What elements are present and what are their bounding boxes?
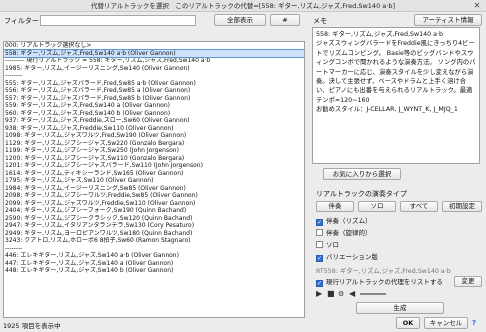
checkbox-variation[interactable]: ✓ バリエーション版 (316, 252, 378, 262)
list-item[interactable]: 3243: クアトロ,リズム,ホローポ6 8拍子,Sw60 (Ramon Sta… (4, 237, 304, 245)
list-item[interactable]: 938: ギター,リズム,ジャズ,Freddie,Sw110 (Oliver G… (4, 125, 304, 133)
list-item[interactable]: 555: ギター,リズム,ジャズバラード,Fred,Sw85 a·b (Oliv… (4, 80, 304, 88)
list-item[interactable]: 2098: ギター,リズム,ジプシーワルツ,Freddie,Sw85 (Oliv… (4, 192, 304, 200)
list-item[interactable]: 446: エレキギター,リズム,ジャズ,Sw140 a·b (Oliver Ga… (4, 252, 304, 260)
list-item[interactable]: -------- (4, 245, 304, 253)
filter-input[interactable] (40, 15, 196, 26)
list-item[interactable]: 1098: ギター,リズム,ジャズワルツ,Fred,Sw190 (Oliver … (4, 132, 304, 140)
list-item[interactable]: 560: ギター,リズム,ジャズ,Fred,Sw140 b (Oliver Ga… (4, 110, 304, 118)
checkbox-icon[interactable] (316, 241, 323, 248)
window-title: 代替リアルトラックを選択 このリアルトラックの代替=[558: ギター,リズム,… (90, 2, 395, 10)
defaults-button[interactable]: 初期設定 (442, 201, 482, 212)
close-icon[interactable]: ✕ (471, 1, 483, 11)
memo-line: 558: ギター,リズム,ジャズ,Fred,Sw140 a·b (316, 31, 444, 38)
volume-slider[interactable] (360, 293, 386, 295)
list-item[interactable]: 1199: ギター,リズム,ジプシージャズ,Sw250 (John Jorgen… (4, 147, 304, 155)
list-item[interactable]: 2590: ギター,リズム,ジプシークラシック,Sw120 (Quinn Bac… (4, 215, 304, 223)
list-item[interactable]: 557: ギター,リズム,ジャズバラード,Fred,Sw85 b (Oliver… (4, 95, 304, 103)
accompaniment-button[interactable]: 伴奏 (316, 201, 354, 212)
list-item[interactable]: 1201: ギター,リズム,ジプシージャズバラード,Sw110 (John Jo… (4, 162, 304, 170)
memo-label: メモ (313, 17, 327, 25)
memo-line: お勧めスタイル：J-CELLAR, J_WYNT_K, J_MJQ_1 (316, 106, 458, 114)
checkbox-label: バリエーション版 (326, 253, 378, 261)
checkbox-label: 現行リアルトラックの代理をリストする (326, 278, 443, 286)
list-item[interactable]: 447: エレキギター,リズム,ジャズ,Sw140 a (Oliver Gann… (4, 260, 304, 268)
checkbox-icon[interactable] (316, 229, 323, 236)
list-item[interactable]: 559: ギター,リズム,ジャズ,Fred,Sw140 a (Oliver Ga… (4, 102, 304, 110)
ok-button[interactable]: OK (396, 317, 420, 329)
help-icon[interactable]: ? (472, 318, 476, 328)
checkbox-solo[interactable]: ソロ (316, 240, 339, 250)
change-button[interactable]: 変更 (454, 276, 482, 287)
generate-button[interactable]: 生成 (356, 302, 444, 314)
play-icon[interactable]: ▶ (316, 289, 322, 299)
window-titlebar: 代替リアルトラックを選択 このリアルトラックの代替=[558: ギター,リズム,… (0, 0, 486, 12)
volume-icon[interactable]: ◀ (349, 289, 355, 299)
list-item[interactable]: 1129: ギター,リズム,ジプシージャズ,Sw220 (Gonzalo Ber… (4, 140, 304, 148)
checkbox-accompaniment-rhythm[interactable]: ✓ 伴奏（リズム） (316, 216, 372, 226)
list-item[interactable]: 000: リアルトラック選択なし> (4, 42, 304, 50)
select-from-favorites-button[interactable]: お気に入りから選択 (323, 168, 401, 180)
list-item[interactable]: --------- 現行リアルトラック = 558: ギター,リズム,ジャズ,F… (4, 57, 304, 65)
artist-info-button[interactable]: アーティスト情報 (414, 14, 482, 26)
list-item[interactable]: 1614: ギター,リズム,ディキシーランド,Sw165 (Oliver Gan… (4, 170, 304, 178)
checkbox-accompaniment-melodic[interactable]: 伴奏（旋律的） (316, 228, 372, 238)
checkbox-icon[interactable]: ✓ (316, 219, 323, 226)
list-item[interactable]: 2404: ギター,リズム,ジプシーフォーク,Sw190 (Quinn Bach… (4, 207, 304, 215)
list-item[interactable]: 558: ギター,リズム,ジャズ,Fred,Sw140 a·b (Oliver … (4, 48, 304, 58)
checkbox-label: ソロ (326, 241, 339, 249)
filter-label: フィルター (4, 17, 39, 25)
list-item[interactable]: 556: ギター,リズム,ジャズバラード,Fred,Sw85 a (Oliver… (4, 87, 304, 95)
list-item[interactable]: 2947: ギター,リズム,イタリアンタランテラ,Sw130 (Cory Pes… (4, 222, 304, 230)
all-button[interactable]: すべて (400, 201, 438, 212)
list-item[interactable]: 937: ギター,リズム,ジャズ,Freddie,スロー,Sw60 (Olive… (4, 117, 304, 125)
cancel-button[interactable]: キャンセル (424, 317, 468, 329)
options-icon[interactable]: ⚙ (338, 289, 344, 299)
list-item[interactable]: 2949: ギター,リズム,ヨーロピアンワルツ,Sw180 (Quinn Bac… (4, 230, 304, 238)
list-item[interactable]: 1795: ギター,リズム,ジャズ,Sw110 (Oliver Gannon) (4, 177, 304, 185)
list-item[interactable]: 1200: ギター,リズム,ジプシージャズ,Sw110 (Gonzalo Ber… (4, 155, 304, 163)
list-item[interactable]: 1984: ギター,リズム,イージーリスニング,Sw85 (Oliver Gan… (4, 185, 304, 193)
checkbox-label: 伴奏（旋律的） (326, 229, 372, 237)
track-list[interactable]: 000: リアルトラック選択なし> 558: ギター,リズム,ジャズ,Fred,S… (3, 41, 305, 318)
checkbox-icon[interactable]: ✓ (316, 255, 323, 262)
hash-button[interactable]: # (270, 14, 300, 26)
memo-text: 558: ギター,リズム,ジャズ,Fred,Sw140 a·b ジャズスウィング… (312, 27, 480, 164)
memo-line: ジャズスウィングバラードをFreddie風にきっちり4ビートでリズムコンピング。… (316, 40, 476, 104)
show-all-button[interactable]: 全部表示 (214, 14, 266, 26)
status-text: 1925 項目を表示中 (3, 322, 61, 330)
list-item[interactable]: 448: エレキギター,リズム,ジャズ,Sw140 b (Oliver Gann… (4, 267, 304, 275)
track-type-label: リアルトラックの演奏タイプ (316, 190, 407, 198)
checkbox-list-alternates[interactable]: ✓ 現行リアルトラックの代理をリストする (316, 277, 443, 287)
list-item[interactable]: -------- (4, 72, 304, 80)
list-item[interactable]: 1985: ギター,リズム,イージーリスニング,Sw140 (Oliver Ga… (4, 65, 304, 73)
list-item[interactable]: 2099: ギター,リズム,ジャズワルツ,Freddie,Sw110 (Oliv… (4, 200, 304, 208)
checkbox-icon[interactable]: ✓ (316, 280, 323, 287)
stop-icon[interactable]: ■ (327, 289, 335, 299)
rt-info-text: RT558: ギター,リズム,ジャズ,Fred,Sw140 a·b (316, 268, 451, 275)
checkbox-label: 伴奏（リズム） (326, 217, 372, 225)
solo-button[interactable]: ソロ (358, 201, 396, 212)
